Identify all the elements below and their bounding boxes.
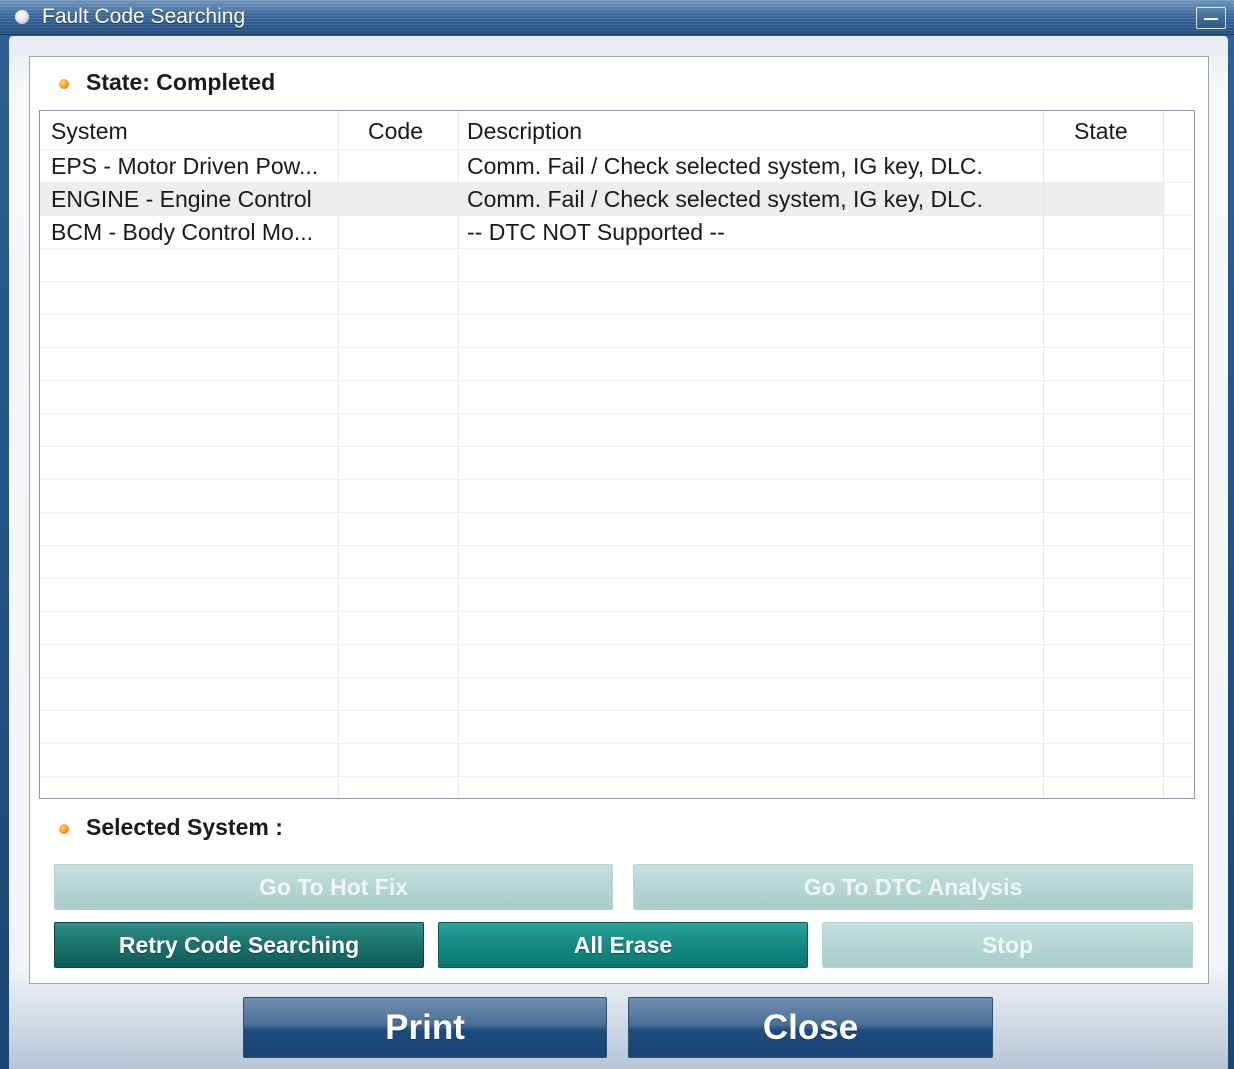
row-separator bbox=[40, 677, 1194, 678]
fault-code-window: Fault Code Searching State: Completed Sy… bbox=[0, 0, 1234, 1069]
row-separator bbox=[40, 248, 1194, 249]
state-label: State: Completed bbox=[86, 69, 276, 95]
retry-code-searching-button[interactable]: Retry Code Searching bbox=[54, 922, 424, 968]
print-button[interactable]: Print bbox=[243, 997, 607, 1058]
row-separator bbox=[40, 743, 1194, 744]
minimize-button[interactable] bbox=[1196, 7, 1226, 29]
fault-code-table[interactable]: System Code Description State EPS - Moto… bbox=[39, 110, 1195, 799]
table-row-description[interactable]: -- DTC NOT Supported -- bbox=[467, 219, 725, 246]
go-to-hot-fix-button[interactable]: Go To Hot Fix bbox=[54, 864, 613, 910]
column-header-description[interactable]: Description bbox=[467, 118, 582, 145]
minimize-icon bbox=[1204, 18, 1218, 20]
app-icon bbox=[15, 10, 29, 24]
row-separator bbox=[40, 347, 1194, 348]
row-separator bbox=[40, 380, 1194, 381]
table-row-system[interactable]: ENGINE - Engine Control bbox=[51, 186, 312, 213]
table-row-system[interactable]: BCM - Body Control Mo... bbox=[51, 219, 313, 246]
window-title: Fault Code Searching bbox=[42, 5, 246, 28]
column-header-state[interactable]: State bbox=[1074, 118, 1128, 145]
row-separator bbox=[40, 479, 1194, 480]
go-to-dtc-analysis-button[interactable]: Go To DTC Analysis bbox=[633, 864, 1193, 910]
column-header-code[interactable]: Code bbox=[368, 118, 423, 145]
row-separator bbox=[40, 413, 1194, 414]
bullet-icon bbox=[59, 79, 69, 89]
bullet-icon bbox=[59, 824, 69, 834]
row-separator bbox=[40, 578, 1194, 579]
row-separator bbox=[40, 182, 1194, 183]
table-row-description[interactable]: Comm. Fail / Check selected system, IG k… bbox=[467, 153, 983, 180]
row-separator bbox=[40, 776, 1194, 777]
all-erase-button[interactable]: All Erase bbox=[438, 922, 808, 968]
table-row-system[interactable]: EPS - Motor Driven Pow... bbox=[51, 153, 318, 180]
selected-system-label: Selected System : bbox=[86, 814, 283, 840]
row-separator bbox=[40, 644, 1194, 645]
close-button[interactable]: Close bbox=[628, 997, 993, 1058]
row-separator bbox=[40, 710, 1194, 711]
table-row-description[interactable]: Comm. Fail / Check selected system, IG k… bbox=[467, 186, 983, 213]
column-header-system[interactable]: System bbox=[51, 118, 128, 145]
title-bar[interactable]: Fault Code Searching bbox=[0, 0, 1234, 35]
row-separator bbox=[40, 149, 1194, 150]
stop-button[interactable]: Stop bbox=[822, 922, 1193, 968]
row-separator bbox=[40, 512, 1194, 513]
row-separator bbox=[40, 281, 1194, 282]
row-separator bbox=[40, 611, 1194, 612]
row-separator bbox=[40, 545, 1194, 546]
row-separator bbox=[40, 314, 1194, 315]
row-separator bbox=[40, 215, 1194, 216]
row-separator bbox=[40, 446, 1194, 447]
